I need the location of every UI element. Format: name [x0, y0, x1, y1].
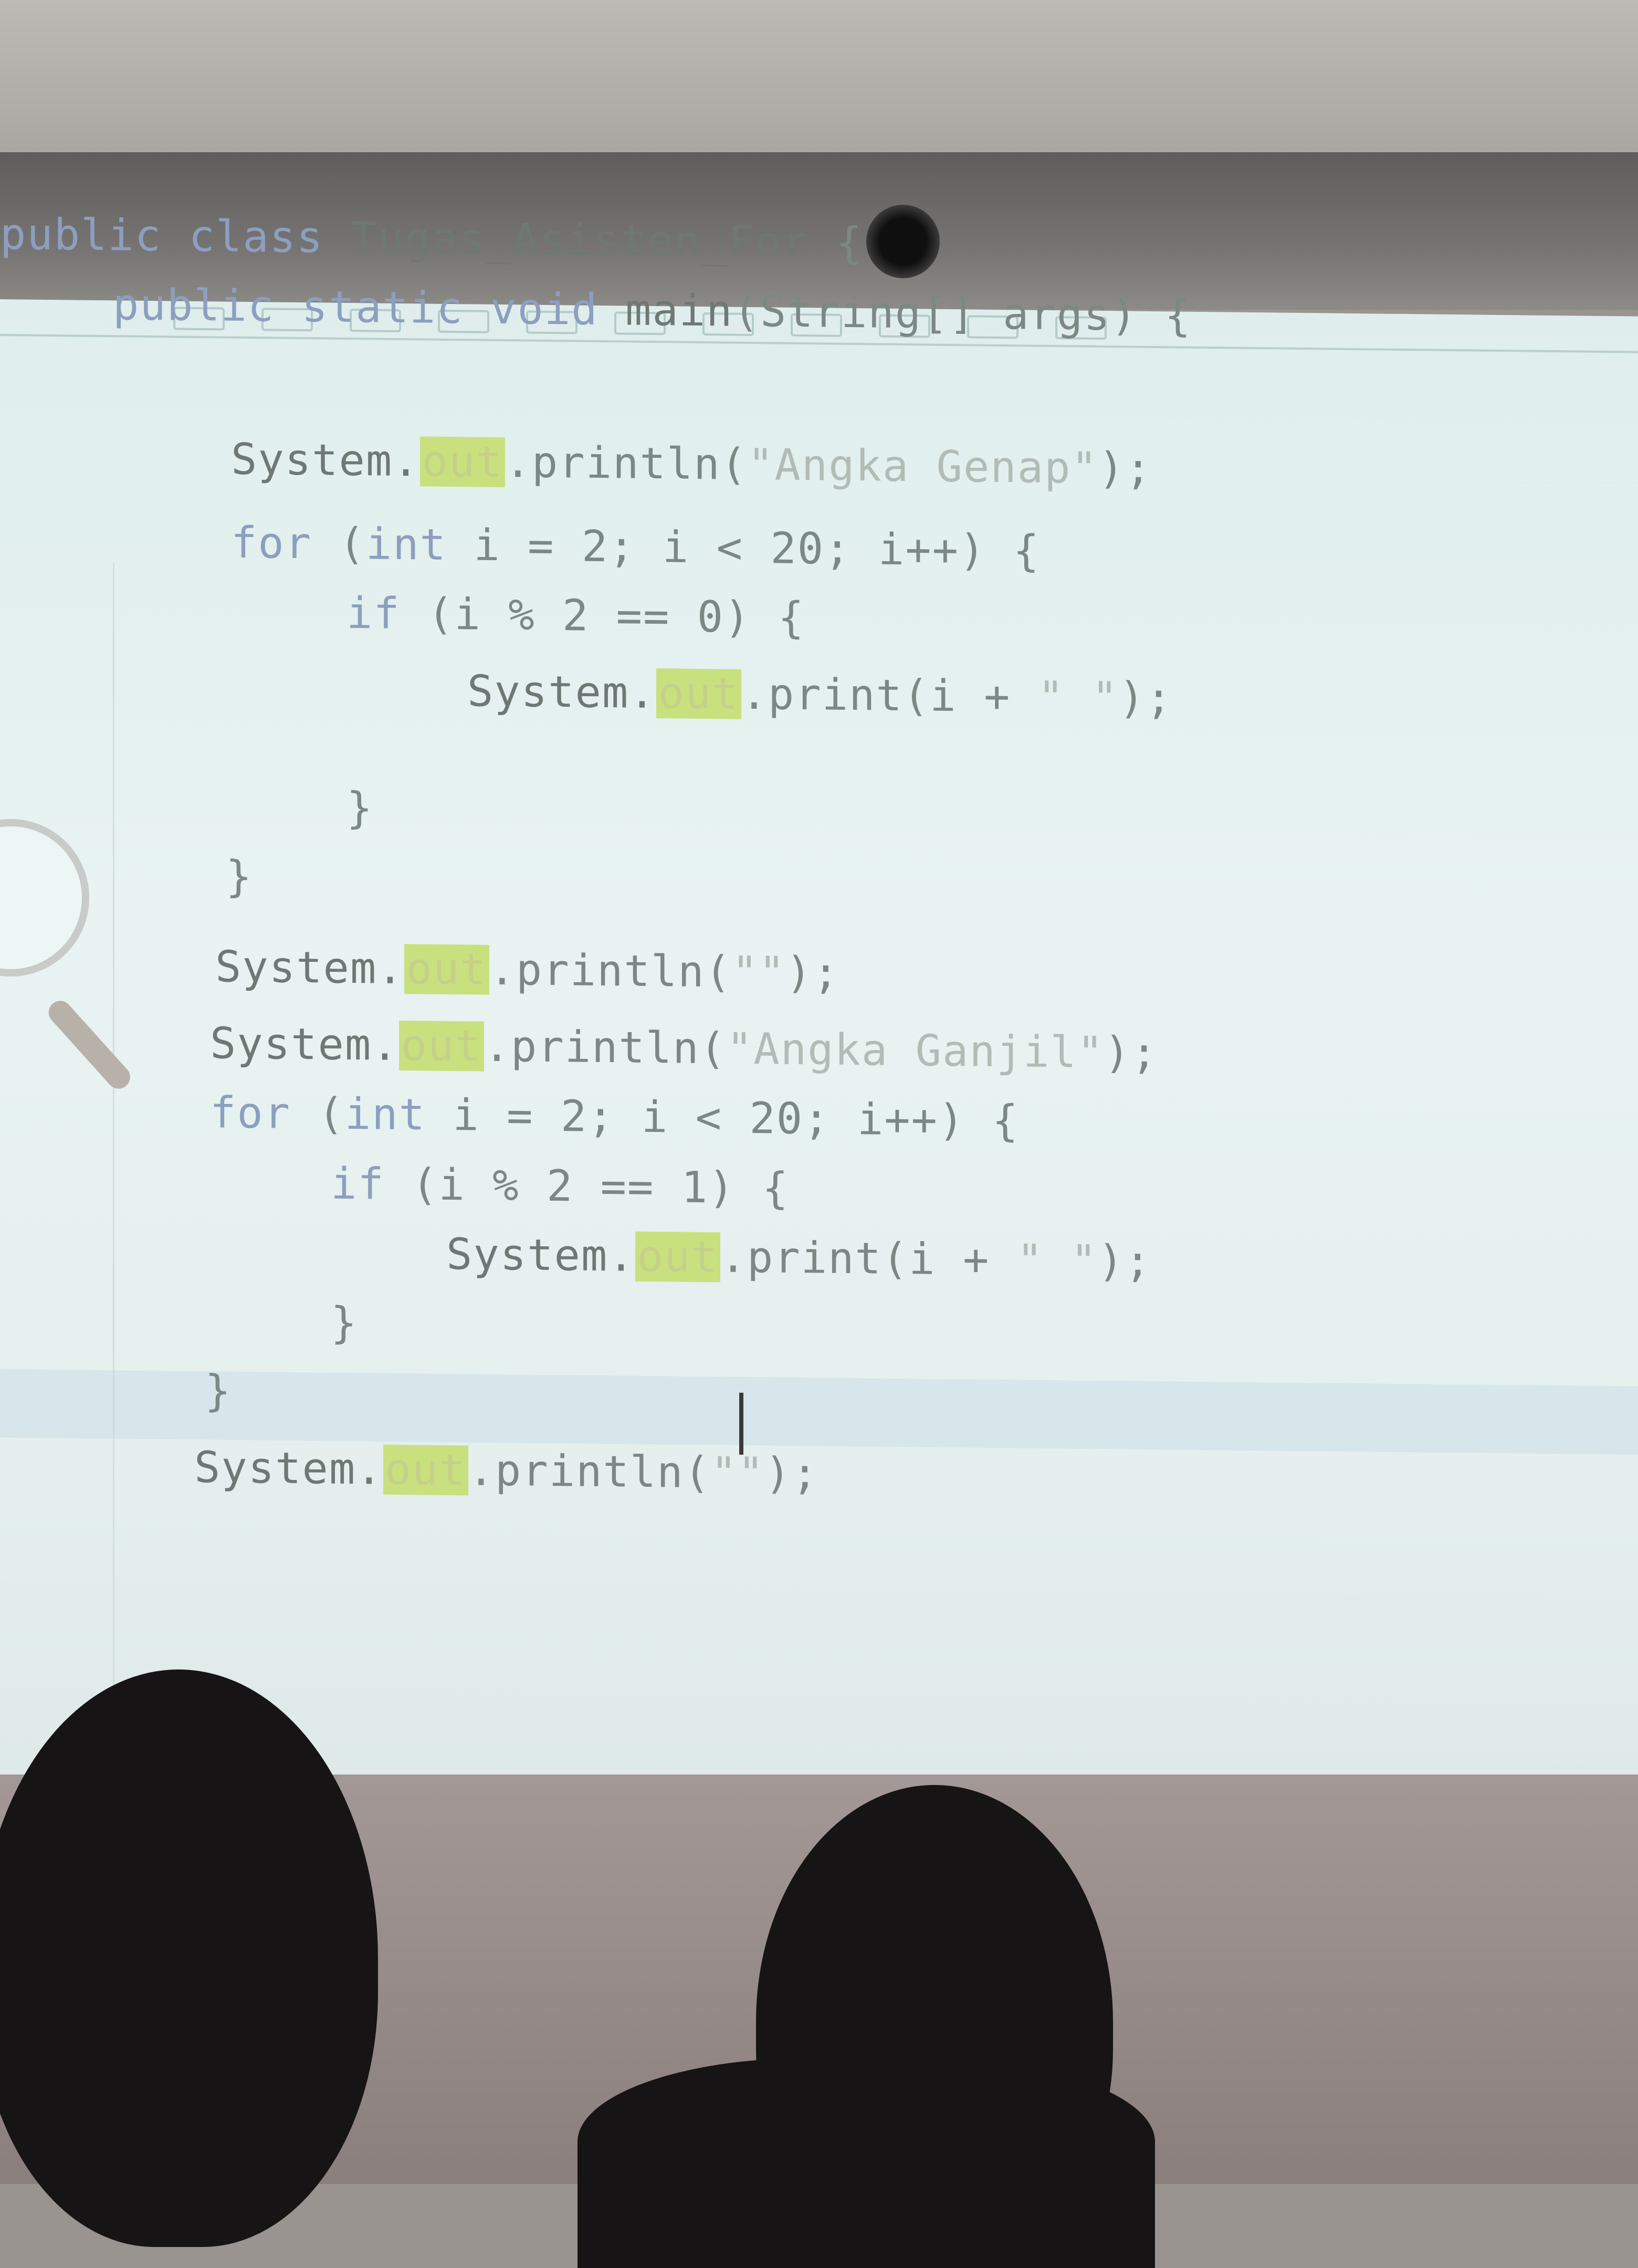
out-field-token: out	[404, 943, 489, 995]
code-token: (	[318, 1089, 345, 1139]
code-token: (String[] args) {	[733, 286, 1192, 341]
code-token: .print(i +	[720, 1232, 1017, 1286]
code-token: );	[1097, 1236, 1152, 1287]
code-token: );	[1098, 443, 1152, 494]
code-token: "Angka Genap"	[748, 439, 1098, 494]
editor-fold-guide	[113, 563, 114, 1876]
code-line-for-1[interactable]: for (int i = 2; i < 20; i++) {	[231, 518, 1040, 576]
code-token: int	[365, 519, 474, 570]
code-token: .print(i +	[741, 669, 1038, 722]
projector-lens	[866, 205, 940, 278]
code-token: .println(	[468, 1445, 711, 1498]
code-token: System.	[215, 942, 404, 994]
code-token: System.	[231, 434, 420, 486]
code-token: if	[346, 588, 428, 639]
code-token: if	[331, 1159, 412, 1210]
audience-head-left	[0, 1670, 378, 2247]
code-token: );	[764, 1448, 819, 1499]
out-field-token: out	[635, 1231, 720, 1283]
code-token: );	[785, 948, 840, 999]
text-caret	[739, 1392, 743, 1455]
code-token: " "	[1016, 1235, 1098, 1286]
code-line-print-i-2[interactable]: System.out.print(i + " ");	[446, 1230, 1152, 1287]
code-token: Tugas_Asisten_For	[350, 213, 810, 268]
out-field-token: out	[656, 668, 741, 719]
out-field-token: out	[398, 1020, 484, 1072]
code-token: i = 2; i < 20; i++) {	[453, 1090, 1020, 1147]
audience-head-center-shoulders	[578, 2058, 1155, 2268]
code-line-if-1[interactable]: if (i % 2 == 0) {	[346, 589, 805, 643]
code-token: {	[809, 217, 863, 268]
code-line-close-for-2[interactable]: }	[205, 1366, 232, 1416]
code-token: .println(	[489, 944, 732, 998]
code-line-close-for-1[interactable]: }	[226, 852, 253, 902]
code-token: " "	[1037, 672, 1119, 723]
code-line-for-2[interactable]: for (int i = 2; i < 20; i++) {	[210, 1088, 1019, 1146]
code-token: (i % 2 == 1) {	[412, 1159, 790, 1214]
room-wall	[0, 0, 1638, 158]
code-token: ""	[732, 947, 786, 998]
code-line-close-if-2[interactable]: }	[331, 1298, 358, 1348]
code-token: .println(	[505, 437, 748, 490]
projected-ide-screen: public class Tugas_Asisten_For { public s…	[0, 209, 1638, 1876]
code-token: }	[331, 1298, 358, 1348]
code-line-println-empty-2[interactable]: System.out.println("");	[194, 1443, 819, 1499]
code-token: System.	[446, 1229, 635, 1282]
code-token: );	[1118, 673, 1173, 724]
code-token: i = 2; i < 20; i++) {	[474, 520, 1041, 576]
code-token: "Angka Ganjil"	[727, 1023, 1105, 1078]
code-token: }	[226, 852, 253, 902]
code-token: }	[346, 783, 374, 834]
code-token: }	[205, 1366, 232, 1416]
code-token: for	[210, 1088, 318, 1139]
current-line-highlight	[0, 1369, 1638, 1455]
code-token: ""	[711, 1447, 765, 1499]
code-line-println-empty-1[interactable]: System.out.println("");	[215, 942, 840, 998]
code-token: System.	[194, 1442, 383, 1495]
code-token: (i % 2 == 0) {	[427, 589, 805, 644]
out-field-token: out	[419, 436, 505, 487]
code-line-class[interactable]: public class Tugas_Asisten_For {	[0, 209, 863, 268]
out-field-token: out	[383, 1444, 468, 1496]
code-line-close-if-1[interactable]: }	[346, 783, 373, 834]
code-token: System.	[467, 666, 656, 718]
code-token: (	[339, 519, 366, 569]
code-line-print-genap[interactable]: System.out.println("Angka Genap");	[231, 434, 1152, 494]
code-token: .println(	[484, 1021, 727, 1074]
code-token: );	[1104, 1027, 1158, 1078]
code-token: int	[344, 1089, 453, 1141]
code-token: public class	[0, 209, 351, 263]
code-line-print-ganjil[interactable]: System.out.println("Angka Ganjil");	[210, 1018, 1158, 1078]
code-line-print-i-1[interactable]: System.out.print(i + " ");	[467, 666, 1173, 723]
code-line-if-2[interactable]: if (i % 2 == 1) {	[331, 1159, 789, 1213]
code-token: for	[231, 518, 339, 569]
code-token: public static void	[113, 280, 625, 335]
code-token: System.	[210, 1018, 399, 1070]
code-token: main	[625, 285, 733, 337]
